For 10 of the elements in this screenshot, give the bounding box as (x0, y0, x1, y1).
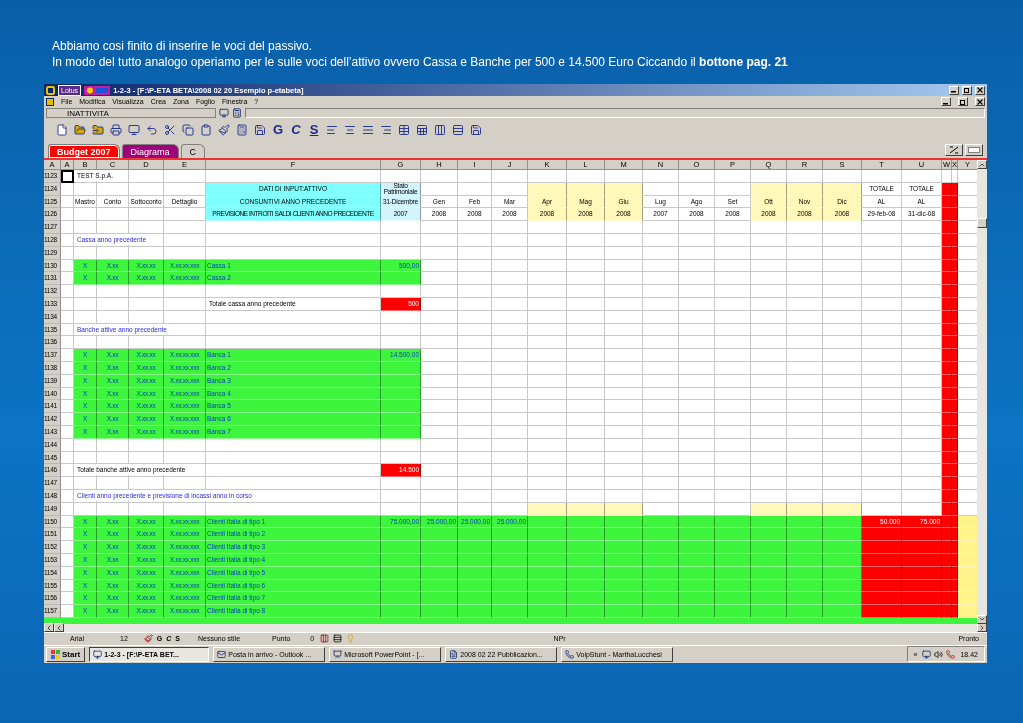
style-button[interactable]: S (306, 122, 322, 138)
sheet-tab[interactable]: Diagrama (121, 144, 179, 158)
sheet-tab[interactable]: Budget 2007 (48, 144, 120, 158)
caption-text: In modo del tutto analogo operiamo per le sulle voci dell’attivo ovvero Cassa e Banche per 500 e 14.500 Euro Ciccando il bottone pag. 21 (52, 54, 789, 70)
start-button[interactable]: Start (46, 646, 86, 662)
cell-name-box[interactable]: INATTIVITA (46, 108, 216, 118)
sheet-tab[interactable]: C (180, 144, 206, 158)
style-button[interactable]: C (288, 122, 304, 138)
style-button[interactable]: G (270, 122, 286, 138)
caption-text: Abbiamo cosi finito di inserire le voci del passivo. (52, 38, 314, 54)
